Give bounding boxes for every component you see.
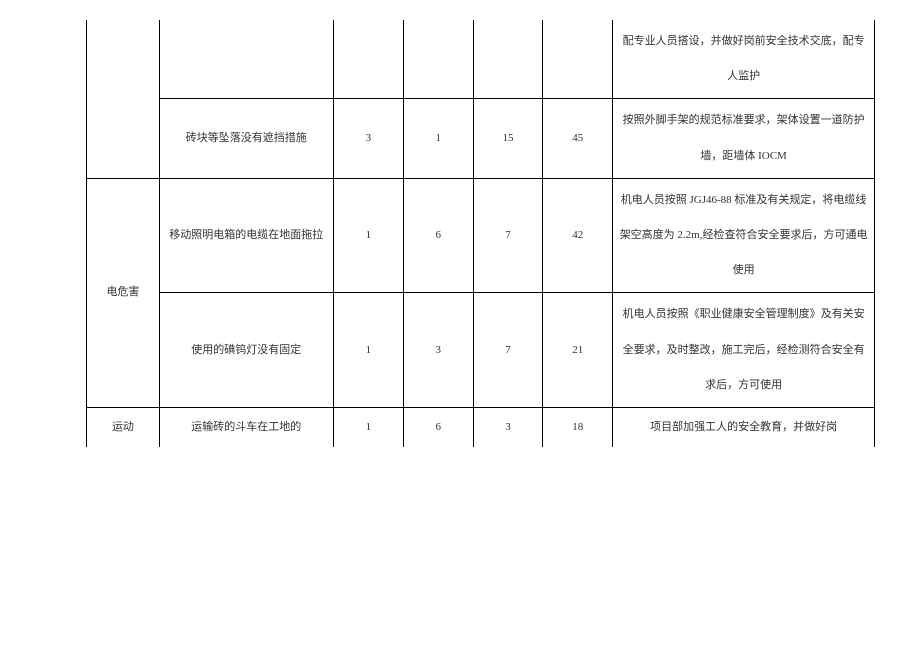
value-cell bbox=[403, 20, 473, 99]
table-row: 配专业人员搭设，并做好岗前安全技术交底，配专人监护 bbox=[45, 20, 875, 99]
value-cell: 7 bbox=[473, 178, 543, 293]
value-cell: 1 bbox=[334, 407, 404, 446]
risk-table: 配专业人员搭设，并做好岗前安全技术交底，配专人监护 砖块等坠落没有遮挡措施 3 … bbox=[45, 20, 875, 447]
value-cell: 6 bbox=[403, 407, 473, 446]
measure-cell: 机电人员按照《职业健康安全管理制度》及有关安全要求，及时整改，施工完后，经检测符… bbox=[613, 293, 875, 408]
value-cell: 3 bbox=[403, 293, 473, 408]
category-cell: 电危害 bbox=[87, 178, 159, 407]
value-cell bbox=[473, 20, 543, 99]
value-cell bbox=[334, 20, 404, 99]
desc-cell: 运输砖的斗车在工地的 bbox=[159, 407, 334, 446]
value-cell: 45 bbox=[543, 99, 613, 178]
value-cell: 3 bbox=[473, 407, 543, 446]
category-cell: 运动 bbox=[87, 407, 159, 446]
value-cell: 1 bbox=[334, 178, 404, 293]
table-row: 运动 运输砖的斗车在工地的 1 6 3 18 项目部加强工人的安全教育，并做好岗 bbox=[45, 407, 875, 446]
value-cell: 18 bbox=[543, 407, 613, 446]
category-cell bbox=[87, 20, 159, 99]
measure-cell: 按照外脚手架的规范标准要求，架体设置一道防护墙，距墙体 IOCM bbox=[613, 99, 875, 178]
value-cell: 1 bbox=[334, 293, 404, 408]
value-cell: 1 bbox=[403, 99, 473, 178]
value-cell: 21 bbox=[543, 293, 613, 408]
table-row: 使用的碘钨灯没有固定 1 3 7 21 机电人员按照《职业健康安全管理制度》及有… bbox=[45, 293, 875, 408]
table-row: 砖块等坠落没有遮挡措施 3 1 15 45 按照外脚手架的规范标准要求，架体设置… bbox=[45, 99, 875, 178]
value-cell bbox=[543, 20, 613, 99]
measure-cell: 机电人员按照 JGJ46-88 标准及有关规定，将电缆线架空高度为 2.2m,经… bbox=[613, 178, 875, 293]
measure-cell: 项目部加强工人的安全教育，并做好岗 bbox=[613, 407, 875, 446]
desc-cell: 移动照明电箱的电缆在地面拖拉 bbox=[159, 178, 334, 293]
value-cell: 3 bbox=[334, 99, 404, 178]
value-cell: 42 bbox=[543, 178, 613, 293]
value-cell: 6 bbox=[403, 178, 473, 293]
desc-cell: 使用的碘钨灯没有固定 bbox=[159, 293, 334, 408]
value-cell: 15 bbox=[473, 99, 543, 178]
desc-cell bbox=[159, 20, 334, 99]
category-cell bbox=[87, 99, 159, 178]
measure-cell: 配专业人员搭设，并做好岗前安全技术交底，配专人监护 bbox=[613, 20, 875, 99]
desc-cell: 砖块等坠落没有遮挡措施 bbox=[159, 99, 334, 178]
table-row: 电危害 移动照明电箱的电缆在地面拖拉 1 6 7 42 机电人员按照 JGJ46… bbox=[45, 178, 875, 293]
value-cell: 7 bbox=[473, 293, 543, 408]
